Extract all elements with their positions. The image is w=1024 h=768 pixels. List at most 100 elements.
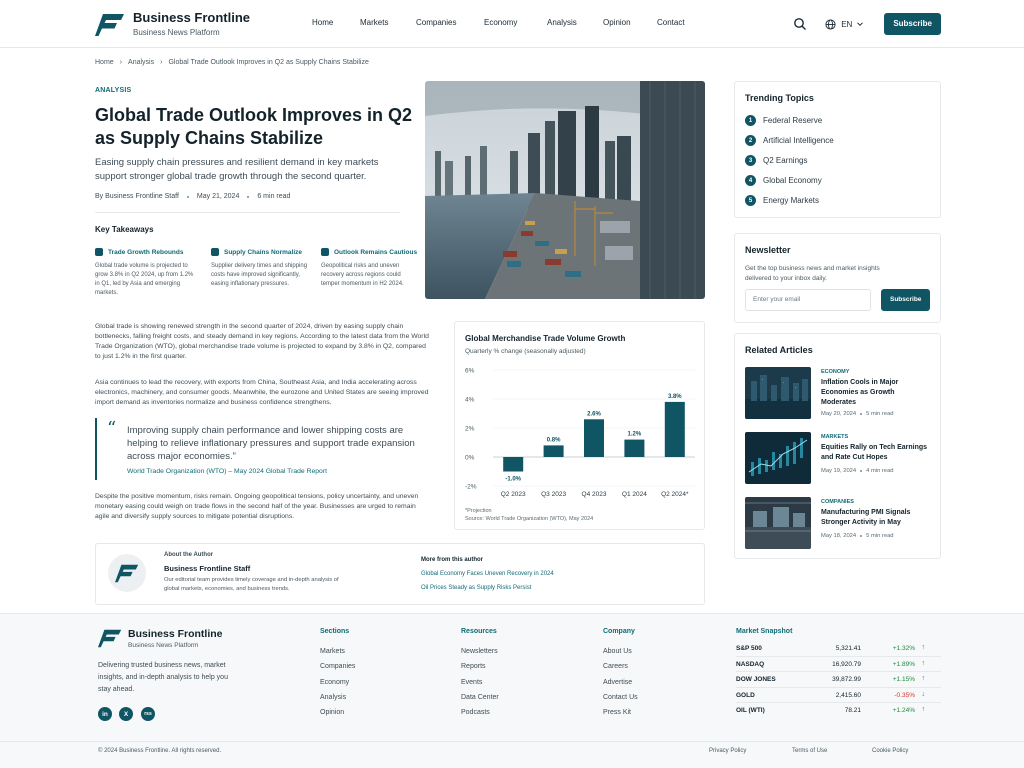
related-category: MARKETS [821, 434, 849, 440]
market-name: DOW JONES [736, 676, 776, 684]
market-name: NASDAQ [736, 660, 765, 668]
x-tick-label: Q4 2023 [582, 491, 607, 498]
nav-home[interactable]: Home [312, 18, 333, 27]
arrow-up-icon: ↑ [921, 659, 926, 667]
chart-note-projection: *Projection [465, 508, 492, 514]
breadcrumb-home[interactable]: Home [95, 59, 114, 66]
newsletter-card: Newsletter Get the top business news and… [734, 233, 941, 323]
footer-link[interactable]: Press Kit [603, 705, 638, 720]
email-field[interactable]: Enter your email [745, 289, 871, 311]
article-paragraph: Global trade is showing renewed strength… [95, 323, 429, 360]
footer-column-company: Company About Us Careers Advertise Conta… [603, 628, 638, 720]
related-article[interactable]: ECONOMY Inflation Cools in Major Economi… [745, 367, 935, 422]
subscribe-button[interactable]: Subscribe [884, 13, 941, 35]
data-label: 3.8% [668, 394, 682, 400]
related-headline: Inflation Cools in Major Economies as Gr… [821, 379, 899, 406]
logo[interactable]: Business Frontline Business News Platfor… [95, 11, 250, 38]
footer-link[interactable]: Reports [461, 659, 499, 674]
data-label: 1.2% [628, 432, 642, 438]
trending-label: Federal Reserve [763, 116, 823, 125]
separator-dot [860, 470, 863, 472]
market-value: 2,415.60 [835, 691, 861, 699]
nav-opinion[interactable]: Opinion [603, 18, 631, 27]
separator-dot [186, 195, 189, 198]
trending-item[interactable]: 4 Global Economy [745, 175, 822, 186]
footer-link[interactable]: Companies [320, 659, 355, 674]
takeaway-item: Supply Chains Normalize Supplier deliver… [211, 248, 311, 289]
trending-item[interactable]: 2 Artificial Intelligence [745, 135, 834, 146]
footer-link[interactable]: Careers [603, 659, 638, 674]
header-actions: EN Subscribe [793, 13, 941, 35]
terms-of-use-link[interactable]: Terms of Use [792, 748, 827, 754]
caution-icon [321, 248, 329, 256]
article-paragraph: Despite the positive momentum, risks rem… [95, 493, 419, 520]
privacy-policy-link[interactable]: Privacy Policy [709, 748, 746, 754]
footer-link[interactable]: Podcasts [461, 705, 499, 720]
related-article[interactable]: COMPANIES Manufacturing PMI Signals Stro… [745, 497, 935, 552]
related-article[interactable]: MARKETS Equities Rally on Tech Earnings … [745, 432, 935, 487]
footer-link[interactable]: Advertise [603, 675, 638, 690]
bar [664, 401, 685, 457]
footer-link[interactable]: Analysis [320, 690, 355, 705]
cookie-policy-link[interactable]: Cookie Policy [872, 748, 908, 754]
separator-dot [860, 535, 863, 537]
footer-logo[interactable]: Business Frontline Business News Platfor… [98, 628, 223, 649]
trending-label: Global Economy [763, 176, 822, 185]
breadcrumb-analysis[interactable]: Analysis [128, 59, 154, 66]
search-icon[interactable] [793, 17, 807, 31]
bar [543, 445, 564, 457]
article-dek: Easing supply chain pressures and resili… [95, 157, 379, 182]
footer-link[interactable]: Events [461, 675, 499, 690]
footer-link[interactable]: About Us [603, 644, 638, 659]
nav-companies[interactable]: Companies [416, 18, 456, 27]
language-selector[interactable]: EN [825, 18, 864, 30]
footer-brand-name: Business Frontline [128, 628, 223, 640]
trending-item[interactable]: 3 Q2 Earnings [745, 155, 807, 166]
y-tick-label: 6% [465, 368, 475, 375]
y-tick-label: 0% [465, 455, 475, 462]
more-article-link[interactable]: Oil Prices Steady as Supply Risks Persis… [421, 585, 531, 591]
footer-column-title: Company [603, 628, 635, 635]
takeaway-title: Trade Growth Rebounds [108, 248, 184, 256]
nav-analysis[interactable]: Analysis [547, 18, 577, 27]
trending-item[interactable]: 5 Energy Markets [745, 195, 819, 206]
nav-economy[interactable]: Economy [484, 18, 517, 27]
more-article-link[interactable]: Global Economy Faces Uneven Recovery in … [421, 571, 554, 577]
footer-link[interactable]: Contact Us [603, 690, 638, 705]
market-change: +1.24% [892, 707, 915, 715]
footer-link[interactable]: Markets [320, 644, 355, 659]
chevron-down-icon [857, 22, 864, 27]
footer-link[interactable]: Data Center [461, 690, 499, 705]
author-name[interactable]: Business Frontline Staff [164, 564, 250, 573]
footer-column-sections: Sections Markets Companies Economy Analy… [320, 628, 355, 720]
related-date: May 18, 2024 [821, 533, 857, 539]
nav-markets[interactable]: Markets [360, 18, 388, 27]
market-value: 5,321.41 [835, 645, 861, 652]
linkedin-icon[interactable]: in [98, 707, 112, 721]
related-read-time: 5 min read [866, 411, 894, 417]
newsletter-subscribe-button[interactable]: Subscribe [881, 289, 931, 311]
market-row: GOLD 2,415.60 -0.35% ↓ [736, 688, 941, 704]
byline-author[interactable]: By Business Frontline Staff [95, 193, 179, 200]
newsletter-title: Newsletter [745, 245, 791, 255]
related-category: COMPANIES [821, 499, 854, 505]
rss-icon[interactable]: rss [141, 707, 155, 721]
byline-read-time: 6 min read [257, 193, 291, 200]
article-kicker[interactable]: ANALYSIS [95, 87, 131, 94]
x-tick-label: Q2 2023 [501, 491, 526, 498]
y-tick-label: 2% [465, 426, 475, 433]
market-name: OIL (WTI) [736, 707, 765, 715]
nav-contact[interactable]: Contact [657, 18, 685, 27]
x-icon[interactable]: X [119, 707, 133, 721]
y-tick-label: -2% [465, 484, 477, 491]
site-footer: Business Frontline Business News Platfor… [0, 613, 1024, 768]
related-thumbnail-stock-chart [745, 432, 811, 484]
footer-link[interactable]: Economy [320, 675, 355, 690]
pull-quote: “ Improving supply chain performance and… [95, 418, 430, 480]
footer-link[interactable]: Newsletters [461, 644, 499, 659]
more-from-author-label: More from this author [421, 557, 484, 563]
footer-link[interactable]: Opinion [320, 705, 355, 720]
trending-item[interactable]: 1 Federal Reserve [745, 115, 822, 126]
brand-logo-icon [95, 13, 124, 36]
takeaway-item: Trade Growth Rebounds Global trade volum… [95, 248, 195, 298]
